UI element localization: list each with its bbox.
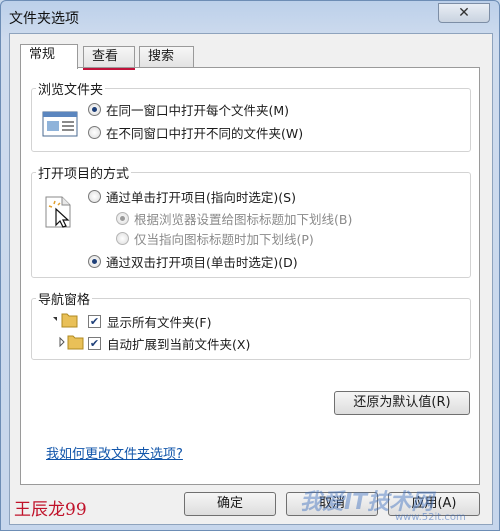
expand-to-current-folder-checkbox[interactable]: ✔ 自动扩展到当前文件夹(X) [88, 334, 250, 353]
radio-disabled-selected[interactable] [116, 212, 129, 225]
close-button[interactable]: ✕ [438, 3, 490, 23]
show-all-folders-checkbox[interactable]: ✔ 显示所有文件夹(F) [88, 312, 211, 331]
underline-browser-setting-option[interactable]: 根据浏览器设置给图标标题加下划线(B) [116, 209, 352, 228]
restore-defaults-button[interactable]: 还原为默认值(R) [334, 391, 470, 415]
browse-same-window-option[interactable]: 在同一窗口中打开每个文件夹(M) [88, 100, 289, 119]
tab-view[interactable]: 查看 [83, 46, 135, 68]
window-preview-icon [42, 111, 78, 137]
radio-selected[interactable] [88, 255, 101, 268]
radio-unselected[interactable] [88, 190, 101, 203]
close-icon: ✕ [458, 5, 470, 21]
site-url-watermark: www.52it.com [395, 512, 466, 523]
tab-highlight-mark [83, 68, 135, 70]
tab-general[interactable]: 常规 [20, 44, 78, 69]
help-link[interactable]: 我如何更改文件夹选项? [46, 443, 183, 462]
browse-folders-title: 浏览文件夹 [36, 79, 106, 98]
navigation-pane-group: 导航窗格 ✔ 显示所有文件夹(F) ✔ 自动扩展到当前文件夹(X) [31, 289, 471, 360]
double-click-option[interactable]: 通过双击打开项目(单击时选定)(D) [88, 252, 298, 271]
ok-button[interactable]: 确定 [184, 492, 276, 516]
folder-options-window: 文件夹选项 ✕ 常规 查看 搜索 浏览文件夹 在同一窗口中打开每个文件夹(M) … [0, 0, 500, 531]
dialog-body: 常规 查看 搜索 浏览文件夹 在同一窗口中打开每个文件夹(M) 在不同窗口中打开… [9, 33, 493, 525]
window-title: 文件夹选项 [9, 11, 79, 27]
author-watermark: 王辰龙99 [14, 500, 87, 520]
underline-on-hover-option[interactable]: 仅当指向图标标题时加下划线(P) [116, 229, 314, 248]
browse-new-window-option[interactable]: 在不同窗口中打开不同的文件夹(W) [88, 123, 303, 142]
collapsed-folder-icon [59, 335, 84, 350]
title-bar[interactable]: 文件夹选项 ✕ [1, 1, 499, 31]
browse-folders-group: 浏览文件夹 在同一窗口中打开每个文件夹(M) 在不同窗口中打开不同的文件夹(W) [31, 79, 471, 152]
open-items-title: 打开项目的方式 [36, 163, 132, 182]
radio-unselected[interactable] [88, 126, 101, 139]
radio-selected[interactable] [88, 103, 101, 116]
navigation-pane-title: 导航窗格 [36, 289, 93, 308]
open-items-group: 打开项目的方式 通过单击打开项目(指向时选定)(S) 根据浏览器设置给图标标题加… [31, 163, 471, 278]
click-cursor-icon [45, 196, 71, 228]
checkbox-checked[interactable]: ✔ [88, 337, 101, 350]
single-click-option[interactable]: 通过单击打开项目(指向时选定)(S) [88, 187, 296, 206]
general-tab-panel: 浏览文件夹 在同一窗口中打开每个文件夹(M) 在不同窗口中打开不同的文件夹(W) [20, 67, 480, 485]
checkbox-checked[interactable]: ✔ [88, 315, 101, 328]
radio-disabled[interactable] [116, 232, 129, 245]
tab-search[interactable]: 搜索 [139, 46, 194, 68]
expanded-folder-icon [53, 313, 78, 328]
